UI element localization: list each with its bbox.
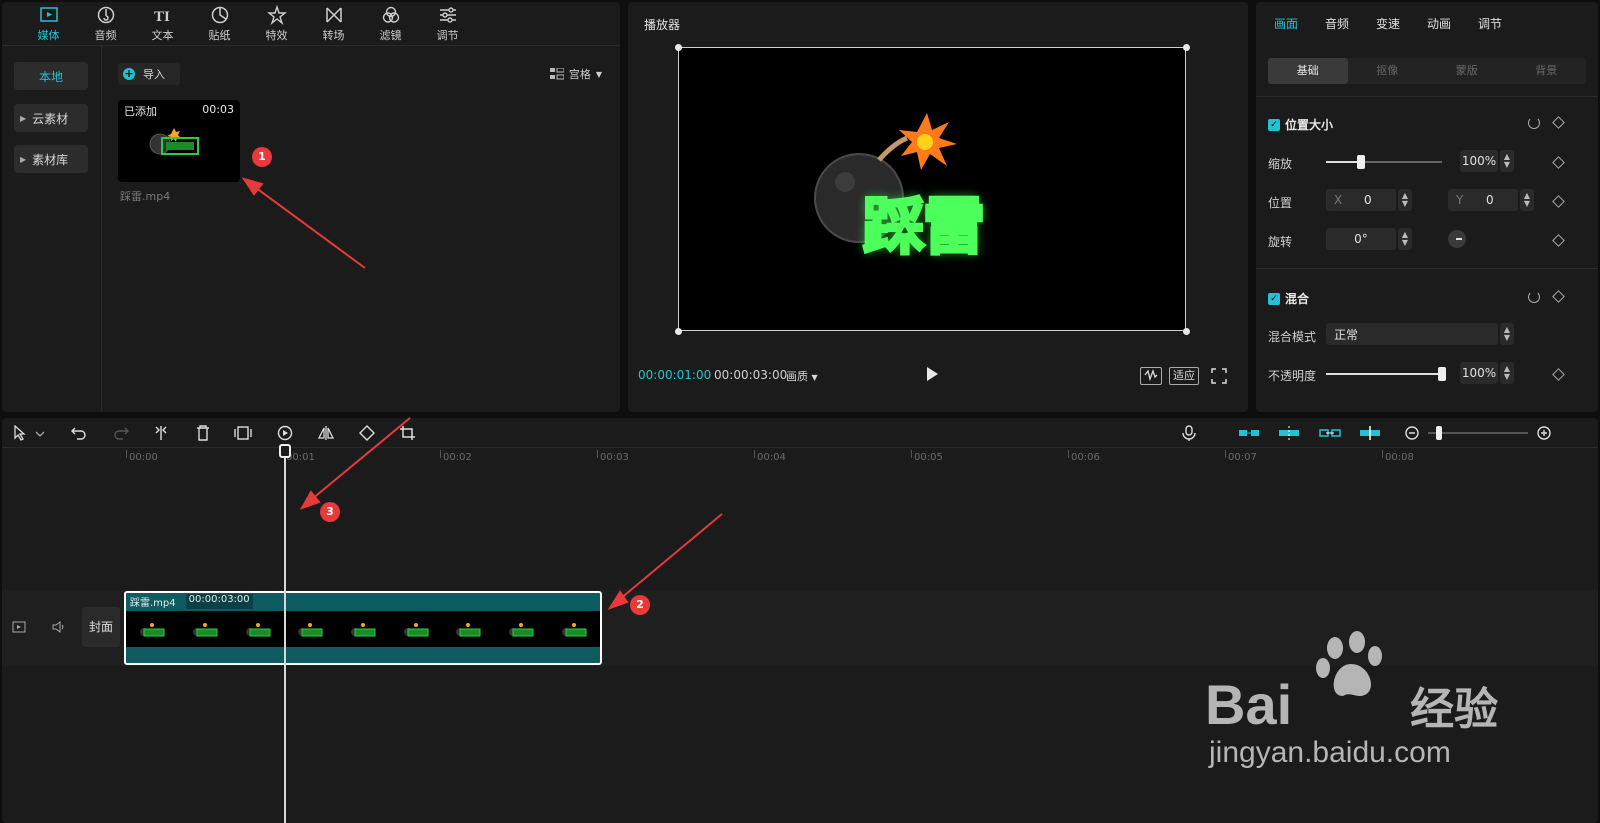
watermark-suffix: 经验 — [1410, 685, 1499, 734]
arrowhead-1 — [241, 177, 264, 196]
watermark-brand-bai: Bai — [1205, 673, 1293, 736]
baidu-watermark: Bai du 经验 jingyan.baidu.com — [1205, 630, 1498, 790]
arrow-1 — [247, 181, 366, 269]
watermark-brand: Bai du 经验 — [1205, 672, 1498, 737]
watermark-url: jingyan.baidu.com — [1209, 736, 1451, 769]
arrow-2 — [613, 513, 723, 605]
arrow-3 — [305, 417, 411, 505]
watermark-brand-du: du — [1326, 691, 1371, 732]
